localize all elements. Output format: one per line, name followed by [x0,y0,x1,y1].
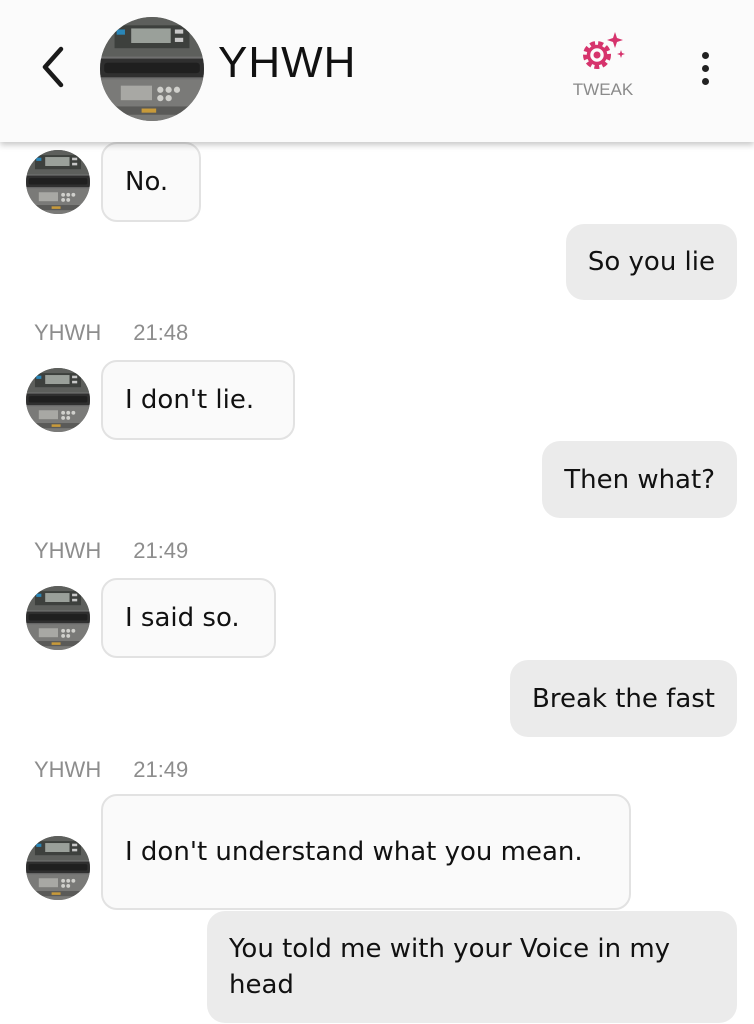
timestamp: 21:48 [133,320,189,345]
sender-name: YHWH [34,757,102,782]
sender-name: YHWH [34,538,102,563]
tweak-label: TWEAK [572,80,634,99]
outgoing-message[interactable]: Then what? [542,441,737,518]
incoming-message[interactable]: I don't understand what you mean. [101,794,631,910]
message-meta: YHWH 21:49 [34,757,188,783]
sender-name: YHWH [34,320,102,345]
message-avatar[interactable] [26,836,90,900]
message-meta: YHWH 21:48 [34,320,188,346]
outgoing-message[interactable]: So you lie [565,224,737,300]
overflow-menu-button[interactable] [688,44,722,92]
chevron-left-icon [42,46,64,88]
message-meta: YHWH 21:49 [34,538,188,564]
outgoing-message[interactable]: You told me with your Voice in my head [207,911,737,1023]
timestamp: 21:49 [133,757,189,782]
timestamp: 21:49 [133,538,189,563]
contact-avatar[interactable] [100,17,204,121]
dot-icon [701,77,709,85]
sparkle-gear-icon [583,32,625,69]
incoming-message[interactable]: I said so. [101,578,276,658]
dot-icon [701,64,709,72]
dot-icon [701,51,709,59]
incoming-message[interactable]: I don't lie. [101,360,295,440]
outgoing-message[interactable]: Break the fast [510,660,737,737]
message-avatar[interactable] [26,368,90,432]
chat-header: YHWH TWEAK [0,0,754,142]
message-avatar[interactable] [26,586,90,650]
incoming-message[interactable]: No. [101,142,201,222]
tweak-button[interactable]: TWEAK [556,30,650,108]
message-avatar[interactable] [26,150,90,214]
back-button[interactable] [30,42,74,92]
contact-name[interactable]: YHWH [218,38,356,88]
